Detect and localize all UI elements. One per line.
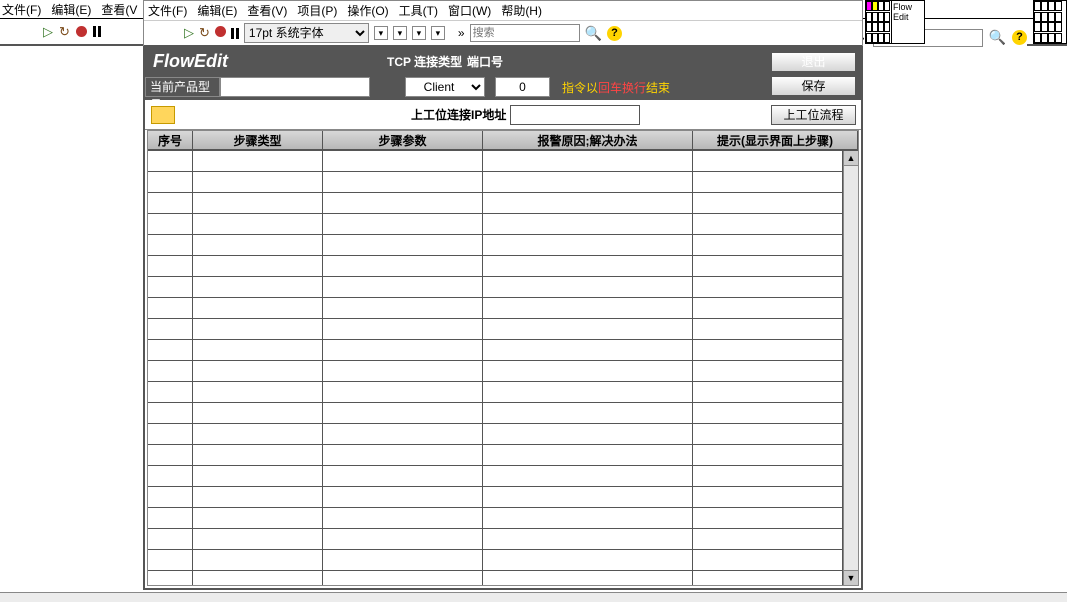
grid-body[interactable] xyxy=(148,151,843,585)
menu-help[interactable]: 帮助(H) xyxy=(501,2,542,19)
search-input-inner[interactable] xyxy=(470,24,580,42)
table-row[interactable] xyxy=(148,172,843,193)
search-icon[interactable]: 🔍 xyxy=(585,25,602,42)
inner-menubar: 文件(F) 编辑(E) 查看(V) 项目(P) 操作(O) 工具(T) 窗口(W… xyxy=(144,1,862,20)
table-row[interactable] xyxy=(148,256,843,277)
table-row[interactable] xyxy=(148,571,843,585)
ip-input[interactable] xyxy=(510,105,640,125)
table-row[interactable] xyxy=(148,529,843,550)
menu-view[interactable]: 查看(V xyxy=(101,1,137,18)
ip-row: 上工位连接IP地址 上工位流程 xyxy=(145,100,861,130)
ip-label: 上工位连接IP地址 xyxy=(411,106,506,123)
pause-icon[interactable] xyxy=(231,28,239,39)
table-row[interactable] xyxy=(148,403,843,424)
menu-tool[interactable]: 工具(T) xyxy=(399,2,438,19)
col-type[interactable]: 步骤类型 xyxy=(193,131,323,149)
table-row[interactable] xyxy=(148,277,843,298)
menu-file[interactable]: 文件(F) xyxy=(2,1,41,18)
tool-icon-1[interactable]: ▾ xyxy=(374,26,388,40)
table-row[interactable] xyxy=(148,466,843,487)
exit-button[interactable]: 退出 xyxy=(771,52,856,72)
dropdown-marker-icon[interactable]: » xyxy=(458,26,465,40)
grid-header: 序号 步骤类型 步骤参数 报警原因;解决办法 提示(显示界面上步骤) xyxy=(148,131,858,151)
font-select[interactable]: 17pt 系统字体 xyxy=(244,23,369,43)
scroll-down-icon[interactable]: ▼ xyxy=(844,570,858,585)
table-row[interactable] xyxy=(148,193,843,214)
run-icon[interactable]: ▷ xyxy=(184,25,194,41)
upstream-flow-button[interactable]: 上工位流程 xyxy=(771,105,856,125)
record-icon[interactable] xyxy=(215,24,226,42)
scrollbar[interactable]: ▲ ▼ xyxy=(843,151,858,585)
save-button[interactable]: 保存 xyxy=(771,76,856,96)
reload-icon[interactable]: ↻ xyxy=(199,25,210,41)
table-row[interactable] xyxy=(148,319,843,340)
tool-icon-4[interactable]: ▾ xyxy=(431,26,445,40)
table-row[interactable] xyxy=(148,235,843,256)
help-icon[interactable]: ? xyxy=(607,26,622,41)
menu-project[interactable]: 项目(P) xyxy=(297,2,337,19)
table-row[interactable] xyxy=(148,298,843,319)
record-icon[interactable] xyxy=(76,26,87,37)
col-alarm[interactable]: 报警原因;解决办法 xyxy=(483,131,693,149)
reload-icon[interactable]: ↻ xyxy=(59,24,70,40)
palette-window[interactable]: Flow Edit xyxy=(865,0,925,44)
menu-window[interactable]: 窗口(W) xyxy=(448,2,491,19)
table-row[interactable] xyxy=(148,487,843,508)
inner-window: 文件(F) 编辑(E) 查看(V) 项目(P) 操作(O) 工具(T) 窗口(W… xyxy=(143,0,863,48)
col-hint[interactable]: 提示(显示界面上步骤) xyxy=(693,131,858,149)
tool-icon-3[interactable]: ▾ xyxy=(412,26,426,40)
help-icon[interactable]: ? xyxy=(1012,30,1027,45)
col-param[interactable]: 步骤参数 xyxy=(323,131,483,149)
palette-window-2[interactable] xyxy=(1033,0,1067,44)
app-title: FlowEdit xyxy=(145,51,375,72)
table-row[interactable] xyxy=(148,445,843,466)
table-row[interactable] xyxy=(148,151,843,172)
palette-grid xyxy=(866,1,891,43)
inner-toolbar: ▷ ↻ 17pt 系统字体 ▾ ▾ ▾ ▾ » 🔍 ? xyxy=(144,20,862,47)
scroll-up-icon[interactable]: ▲ xyxy=(844,151,858,166)
product-label: 当前产品型号 xyxy=(145,77,220,97)
run-icon[interactable]: ▷ xyxy=(43,24,53,40)
table-row[interactable] xyxy=(148,214,843,235)
menu-edit[interactable]: 编辑(E) xyxy=(51,1,91,18)
port-input[interactable] xyxy=(495,77,550,97)
statusbar xyxy=(0,592,1067,602)
menu-edit[interactable]: 编辑(E) xyxy=(197,2,237,19)
tool-icon-2[interactable]: ▾ xyxy=(393,26,407,40)
warn-text: 指令以回车换行结束 xyxy=(562,79,670,96)
product-input[interactable] xyxy=(220,77,370,97)
config-row: 当前产品型号 Client 指令以回车换行结束 保存 xyxy=(145,74,861,100)
table-row[interactable] xyxy=(148,340,843,361)
folder-icon[interactable] xyxy=(151,106,175,124)
menu-operate[interactable]: 操作(O) xyxy=(347,2,388,19)
menu-file[interactable]: 文件(F) xyxy=(148,2,187,19)
palette-label: Flow Edit xyxy=(891,1,924,43)
table-row[interactable] xyxy=(148,361,843,382)
grid: 序号 步骤类型 步骤参数 报警原因;解决办法 提示(显示界面上步骤) ▲ ▼ xyxy=(147,130,859,586)
menu-view[interactable]: 查看(V) xyxy=(247,2,287,19)
flowedit-app: FlowEdit TCP 连接类型 端口号 退出 当前产品型号 Client 指… xyxy=(143,46,863,590)
pause-icon[interactable] xyxy=(93,26,101,37)
titlebar: FlowEdit TCP 连接类型 端口号 退出 xyxy=(145,48,861,74)
port-label: 端口号 xyxy=(467,53,517,70)
table-row[interactable] xyxy=(148,550,843,571)
table-row[interactable] xyxy=(148,424,843,445)
search-icon[interactable]: 🔍 xyxy=(989,29,1006,46)
tcp-type-select[interactable]: Client xyxy=(405,77,485,97)
table-row[interactable] xyxy=(148,508,843,529)
tcp-type-label: TCP 连接类型 xyxy=(387,53,467,70)
table-row[interactable] xyxy=(148,382,843,403)
col-seq[interactable]: 序号 xyxy=(148,131,193,149)
